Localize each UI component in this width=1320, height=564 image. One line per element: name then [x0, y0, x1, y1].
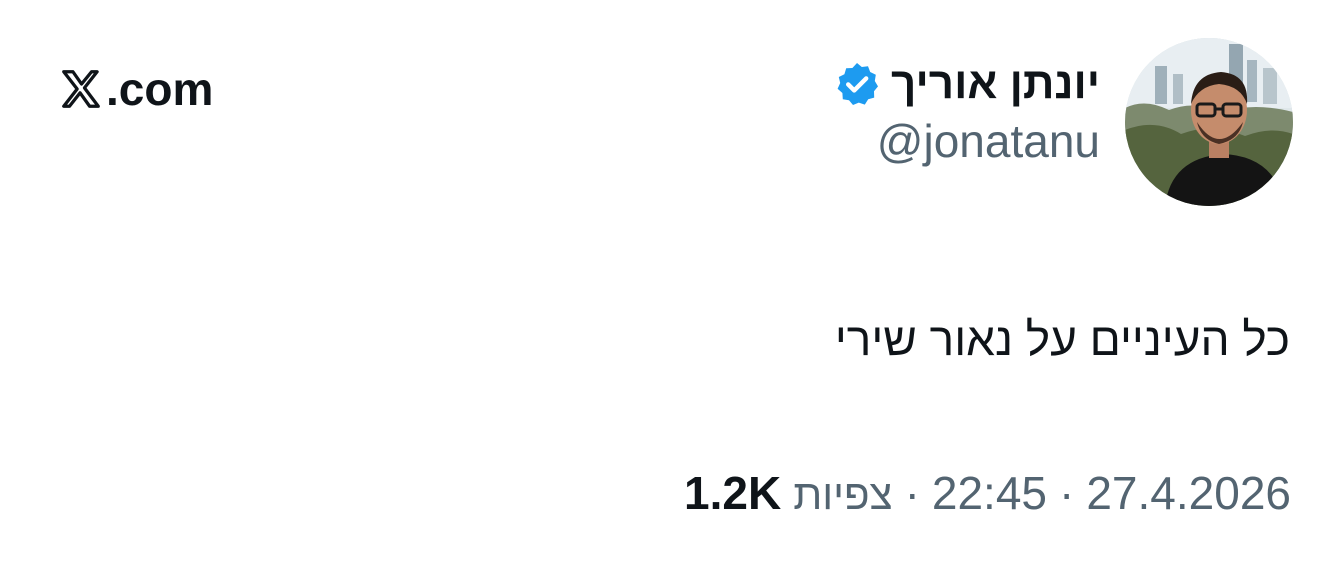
- tweet-author: יונתן אוריך @jonatanu: [833, 59, 1100, 167]
- verified-badge-icon: [837, 63, 878, 106]
- x-logo-icon: [62, 70, 100, 108]
- author-name-row: יונתן אוריך: [833, 59, 1100, 108]
- tweet-time[interactable]: 22:45: [932, 468, 1047, 519]
- author-display-name[interactable]: יונתן אוריך: [891, 59, 1100, 108]
- brand-logo[interactable]: .com: [58, 66, 213, 112]
- meta-separator: ·: [1059, 467, 1075, 519]
- avatar[interactable]: [1125, 38, 1293, 206]
- tweet-date[interactable]: 27.4.2026: [1086, 468, 1291, 519]
- meta-separator: ·: [904, 467, 920, 519]
- views-label: צפיות: [793, 471, 893, 518]
- tweet-meta: 27.4.2026 · 22:45 · צפיות 1.2K: [684, 468, 1291, 519]
- views-count: 1.2K: [684, 467, 782, 519]
- tweet-text: כל העיניים על נאור שירי: [834, 313, 1290, 365]
- author-handle[interactable]: @jonatanu: [833, 116, 1100, 167]
- avatar-photo: [1125, 38, 1293, 206]
- brand-domain-text: .com: [106, 63, 214, 115]
